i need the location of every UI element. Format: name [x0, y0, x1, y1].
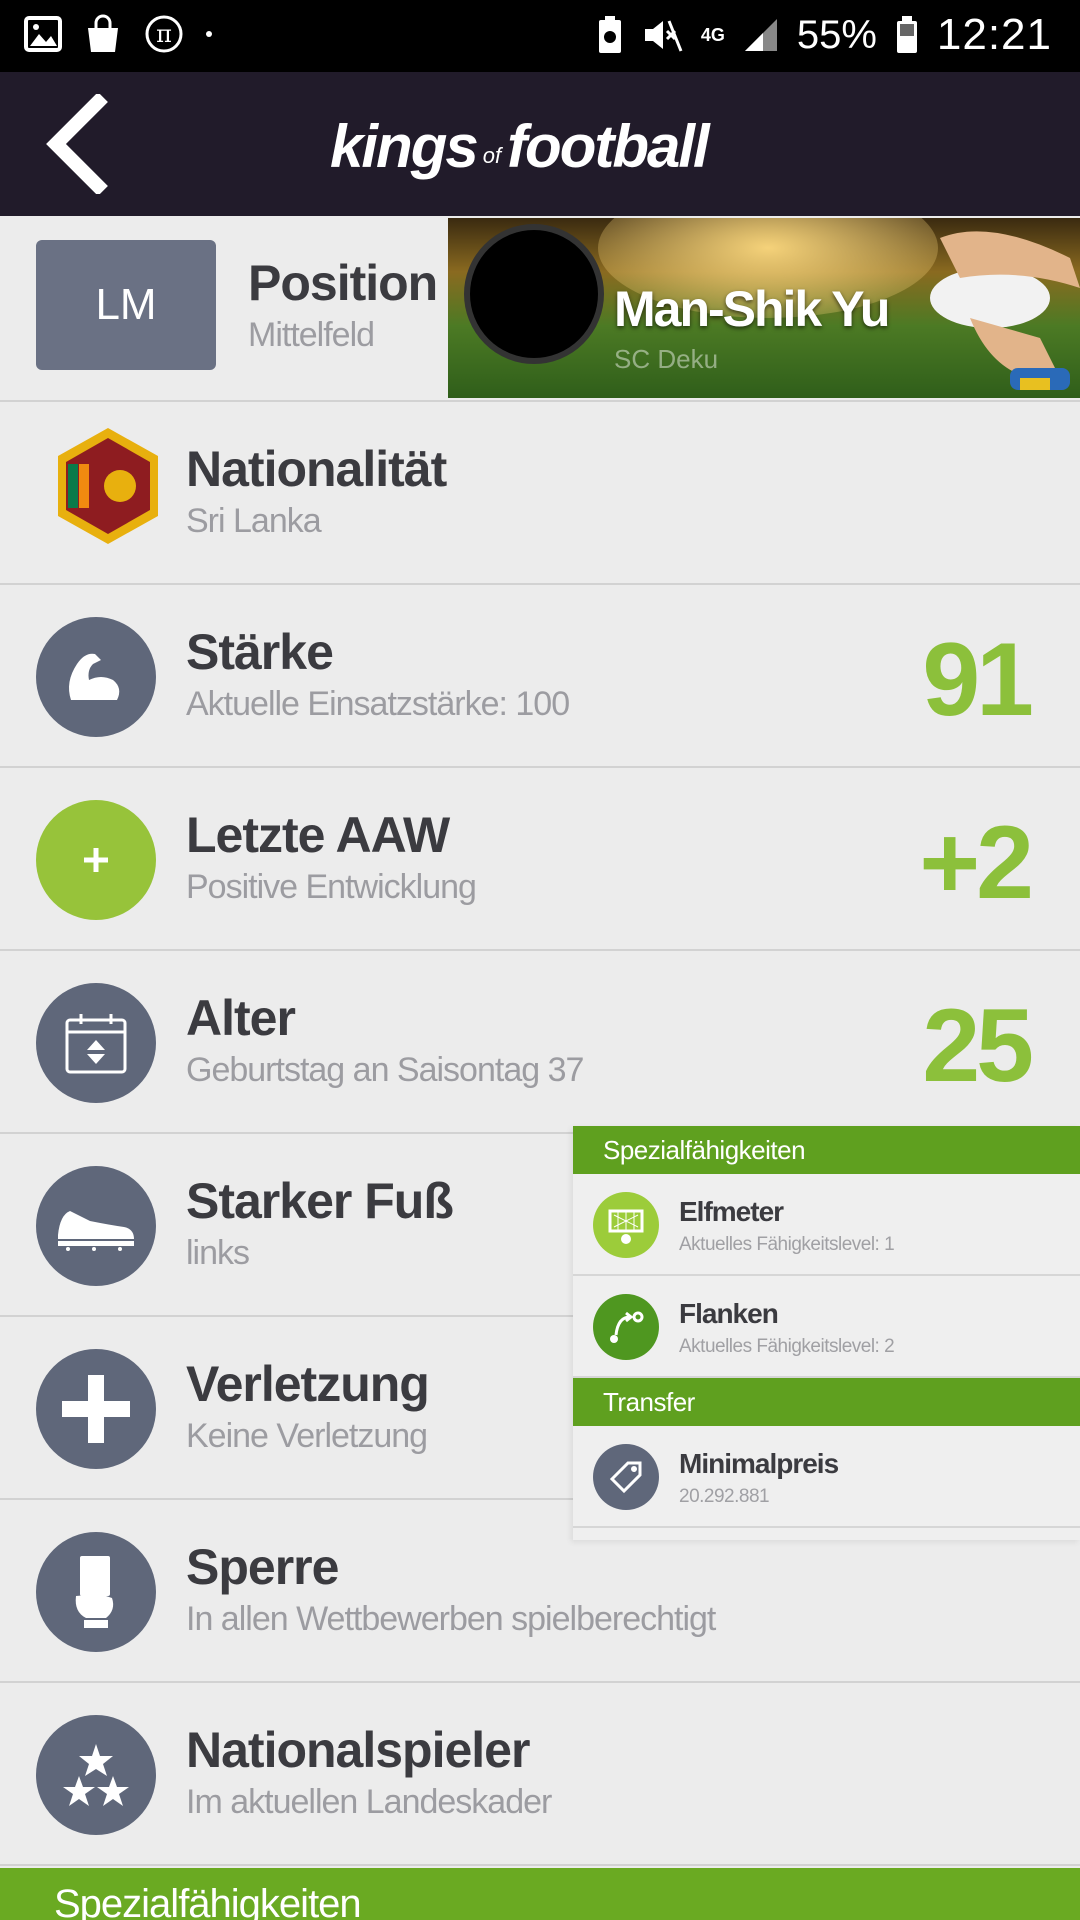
special-skills-section-header: Spezialfähigkeiten — [0, 1868, 1080, 1920]
age-value: 25 — [922, 988, 1034, 1104]
dot-icon — [206, 31, 212, 37]
mute-icon — [644, 20, 683, 52]
player-club: SC Deku — [614, 344, 719, 374]
national-player-subtitle: Im aktuellen Landeskader — [186, 1783, 552, 1821]
skill-title: Flanken — [679, 1298, 779, 1329]
image-icon — [24, 16, 62, 52]
battery-percent: 55% — [796, 12, 877, 57]
nationality-row: Nationalität Sri Lanka — [0, 402, 1080, 585]
age-title: Alter — [186, 990, 296, 1046]
last-aaw-value: +2 — [919, 805, 1034, 921]
skill-title: Elfmeter — [679, 1196, 784, 1227]
strong-foot-subtitle: links — [186, 1234, 250, 1272]
cross-pass-icon — [593, 1294, 659, 1360]
pi-icon: π — [145, 15, 183, 53]
cross-icon — [36, 1349, 156, 1469]
last-aaw-subtitle: Positive Entwicklung — [186, 868, 477, 906]
price-tag-icon — [593, 1444, 659, 1510]
last-aaw-title: Letzte AAW — [186, 807, 450, 863]
position-title: Position — [248, 255, 438, 311]
skill-item-elfmeter[interactable]: Elfmeter Aktuelles Fähigkeitslevel: 1 — [573, 1174, 1080, 1276]
app-logo: kings of football — [330, 113, 710, 180]
national-player-title: Nationalspieler — [186, 1722, 530, 1778]
age-subtitle: Geburtstag an Saisontag 37 — [186, 1051, 584, 1089]
stars-icon — [36, 1715, 156, 1835]
transfer-title: Minimalpreis — [679, 1448, 839, 1479]
chevron-left-icon[interactable] — [40, 94, 110, 194]
strength-value: 91 — [922, 622, 1034, 738]
suspension-subtitle: In allen Wettbewerben spielberechtigt — [186, 1600, 716, 1638]
player-photo — [930, 231, 1080, 390]
app-bar: kings of football — [0, 72, 1080, 216]
status-bar: π 4G 55% 12:21 — [0, 0, 1080, 72]
age-row: Alter Geburtstag an Saisontag 37 25 — [0, 951, 1080, 1134]
position-subtitle: Mittelfeld — [248, 316, 375, 354]
injury-title: Verletzung — [186, 1356, 430, 1412]
player-banner: Man-Shik Yu SC Deku — [448, 218, 1080, 398]
battery-icon — [896, 16, 917, 53]
calendar-icon — [36, 983, 156, 1103]
plus-icon — [36, 800, 156, 920]
battery-saver-icon — [598, 16, 621, 53]
player-name: Man-Shik Yu — [614, 281, 890, 337]
strength-row: Stärke Aktuelle Einsatzstärke: 100 91 — [0, 585, 1080, 768]
transfer-item-minimalpreis[interactable]: Minimalpreis 20.292.881 — [573, 1426, 1080, 1528]
flag-icon — [58, 428, 158, 544]
suspension-title: Sperre — [186, 1539, 339, 1595]
strong-foot-title: Starker Fuß — [186, 1173, 454, 1229]
goal-icon — [593, 1192, 659, 1258]
skill-item-flanken[interactable]: Flanken Aktuelles Fähigkeitslevel: 2 — [573, 1276, 1080, 1378]
bag-icon — [88, 14, 118, 52]
clock: 12:21 — [936, 10, 1052, 59]
nationality-subtitle: Sri Lanka — [186, 502, 322, 540]
muscle-icon — [36, 617, 156, 737]
skills-popup: Spezialfähigkeiten Elfmeter Aktuelles Fä… — [573, 1126, 1080, 1540]
transfer-header: Transfer — [573, 1378, 1080, 1426]
avatar — [464, 224, 604, 364]
last-aaw-row: Letzte AAW Positive Entwicklung +2 — [0, 768, 1080, 951]
strength-title: Stärke — [186, 624, 334, 680]
card-icon — [36, 1532, 156, 1652]
transfer-subtitle: 20.292.881 — [679, 1486, 770, 1507]
skill-subtitle: Aktuelles Fähigkeitslevel: 2 — [679, 1336, 895, 1357]
national-player-row: Nationalspieler Im aktuellen Landeskader — [0, 1683, 1080, 1866]
network-label: 4G — [700, 25, 725, 45]
injury-subtitle: Keine Verletzung — [186, 1417, 428, 1455]
signal-icon — [744, 19, 777, 51]
svg-text:π: π — [156, 20, 172, 48]
skill-subtitle: Aktuelles Fähigkeitslevel: 1 — [679, 1234, 895, 1255]
special-skills-header: Spezialfähigkeiten — [573, 1126, 1080, 1174]
shoe-icon — [36, 1166, 156, 1286]
nationality-title: Nationalität — [186, 441, 447, 497]
strength-subtitle: Aktuelle Einsatzstärke: 100 — [186, 685, 570, 723]
position-badge: LM — [36, 240, 216, 370]
